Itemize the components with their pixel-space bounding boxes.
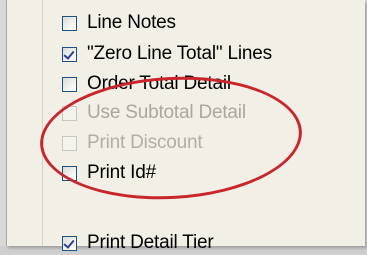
group-divider [42, 0, 43, 246]
print-detail-tier-label: Print Detail Tier [87, 232, 214, 253]
line-notes-checkbox[interactable] [62, 15, 77, 31]
zero-line-total-checkbox[interactable] [62, 46, 77, 62]
option-print-detail-tier[interactable]: Print Detail Tier [62, 231, 214, 255]
window-frame: Line Notes "Zero Line Total" Lines Order… [0, 0, 367, 253]
line-notes-label: Line Notes [87, 12, 176, 33]
zero-line-total-label: "Zero Line Total" Lines [87, 43, 272, 64]
print-detail-tier-checkbox[interactable] [62, 235, 77, 251]
option-zero-line-total[interactable]: "Zero Line Total" Lines [62, 42, 272, 66]
option-line-notes[interactable]: Line Notes [62, 11, 176, 35]
order-total-detail-checkbox[interactable] [62, 76, 77, 92]
